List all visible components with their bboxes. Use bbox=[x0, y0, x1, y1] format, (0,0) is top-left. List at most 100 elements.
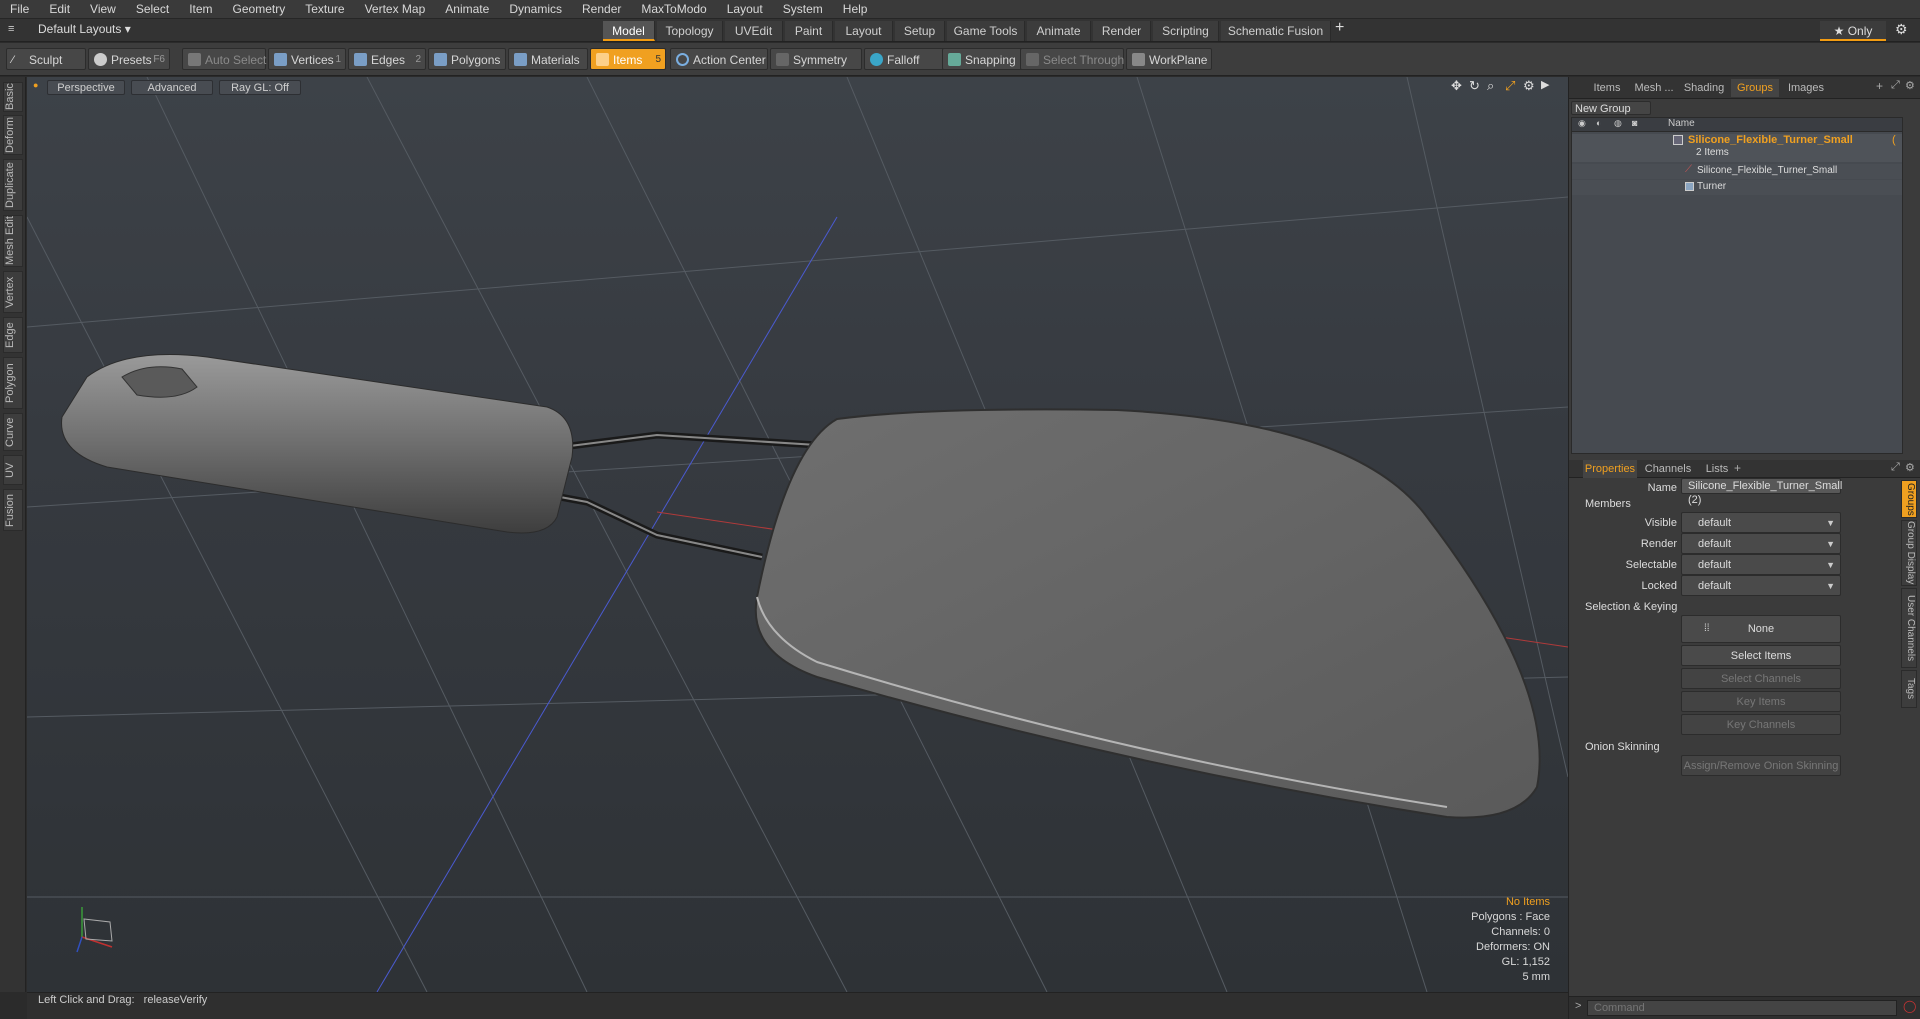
menu-item-render[interactable]: Render bbox=[572, 0, 631, 19]
tool-tab-deform[interactable]: Deform bbox=[3, 115, 23, 155]
layout-tab-scripting[interactable]: Scripting bbox=[1153, 21, 1219, 41]
edges-button[interactable]: Edges 2 bbox=[348, 48, 426, 70]
polygons-button[interactable]: Polygons bbox=[428, 48, 506, 70]
lock-icon[interactable]: ◍ bbox=[1614, 118, 1622, 129]
menu-item-view[interactable]: View bbox=[80, 0, 126, 19]
select-channels-button[interactable]: Select Channels bbox=[1681, 668, 1841, 689]
add-tab-icon[interactable]: + bbox=[1335, 19, 1344, 37]
layout-tab-schematic-fusion[interactable]: Schematic Fusion bbox=[1221, 21, 1331, 41]
workplane-button[interactable]: WorkPlane bbox=[1126, 48, 1212, 70]
tool-tab-duplicate[interactable]: Duplicate bbox=[3, 159, 23, 211]
panel-expand-icon[interactable]: ⤢ bbox=[1891, 79, 1900, 92]
side-tab-user-channels[interactable]: User Channels bbox=[1901, 588, 1917, 668]
shading-button[interactable]: Advanced bbox=[131, 80, 213, 95]
pan-icon[interactable]: ✥ bbox=[1451, 78, 1462, 94]
layout-tab-render[interactable]: Render bbox=[1093, 21, 1151, 41]
menu-item-file[interactable]: File bbox=[0, 0, 39, 19]
viewport-settings-icon[interactable]: ⚙ bbox=[1523, 78, 1535, 94]
tool-tab-uv[interactable]: UV bbox=[3, 455, 23, 485]
menu-item-edit[interactable]: Edit bbox=[39, 0, 80, 19]
side-tab-group-display[interactable]: Group Display bbox=[1901, 520, 1917, 586]
panel-tab-items[interactable]: Items bbox=[1585, 79, 1629, 97]
expand-arrow-icon[interactable]: ▶ bbox=[1541, 78, 1549, 91]
only-button[interactable]: ★ Only bbox=[1820, 21, 1886, 41]
snapping-button[interactable]: Snapping bbox=[942, 48, 1028, 70]
add-panel-tab-icon[interactable]: + bbox=[1876, 79, 1883, 93]
tree-item-turner[interactable]: Turner bbox=[1572, 180, 1902, 195]
properties-expand-icon[interactable]: ⤢ bbox=[1891, 461, 1900, 474]
menu-item-vertex-map[interactable]: Vertex Map bbox=[355, 0, 436, 19]
layout-tab-setup[interactable]: Setup bbox=[895, 21, 945, 41]
menu-item-item[interactable]: Item bbox=[179, 0, 222, 19]
selectable-dropdown[interactable]: default ▼ bbox=[1681, 554, 1841, 575]
rotate-icon[interactable]: ↻ bbox=[1469, 78, 1480, 94]
menu-item-animate[interactable]: Animate bbox=[435, 0, 499, 19]
viewport-options-icon[interactable]: ● bbox=[33, 80, 38, 90]
selection-keying-section[interactable]: Selection & Keying bbox=[1571, 599, 1901, 615]
falloff-button[interactable]: Falloff bbox=[864, 48, 944, 70]
panel-tab-mesh[interactable]: Mesh ... bbox=[1631, 79, 1677, 97]
tool-tab-basic[interactable]: Basic bbox=[3, 82, 23, 112]
layout-tab-game-tools[interactable]: Game Tools bbox=[947, 21, 1025, 41]
tool-tab-edge[interactable]: Edge bbox=[3, 317, 23, 353]
eye-icon[interactable]: ◉ bbox=[1578, 118, 1586, 129]
layout-tab-layout[interactable]: Layout bbox=[835, 21, 893, 41]
3d-viewport[interactable] bbox=[27, 77, 1568, 992]
layout-tab-model[interactable]: Model bbox=[603, 21, 655, 41]
locked-dropdown[interactable]: default ▼ bbox=[1681, 575, 1841, 596]
add-properties-tab-icon[interactable]: + bbox=[1734, 461, 1741, 475]
assign-onion-button[interactable]: Assign/Remove Onion Skinning bbox=[1681, 755, 1841, 776]
tool-tab-curve[interactable]: Curve bbox=[3, 413, 23, 451]
select-through-button[interactable]: Select Through bbox=[1020, 48, 1124, 70]
items-button[interactable]: Items 5 bbox=[590, 48, 666, 70]
layout-tab-animate[interactable]: Animate bbox=[1027, 21, 1091, 41]
action-center-button[interactable]: Action Center bbox=[670, 48, 768, 70]
select-items-button[interactable]: Select Items bbox=[1681, 645, 1841, 666]
tool-tab-mesh-edit[interactable]: Mesh Edit bbox=[3, 215, 23, 267]
panel-tab-images[interactable]: Images bbox=[1781, 79, 1831, 97]
layout-menu-icon[interactable]: ≡ bbox=[8, 23, 14, 35]
menu-item-help[interactable]: Help bbox=[833, 0, 878, 19]
panel-settings-icon[interactable]: ⚙ bbox=[1905, 79, 1915, 92]
tree-item-mesh[interactable]: ⟋ Silicone_Flexible_Turner_Small bbox=[1572, 164, 1902, 179]
gear-icon[interactable]: ⚙ bbox=[1895, 21, 1908, 38]
materials-button[interactable]: Materials bbox=[508, 48, 588, 70]
vertices-button[interactable]: Vertices 1 bbox=[268, 48, 346, 70]
group-row[interactable]: Silicone_Flexible_Turner_Small ( 2 Items bbox=[1572, 134, 1902, 162]
menu-item-texture[interactable]: Texture bbox=[295, 0, 354, 19]
panel-tab-groups[interactable]: Groups bbox=[1731, 79, 1779, 97]
side-tab-tags[interactable]: Tags bbox=[1901, 670, 1917, 708]
members-section[interactable]: Members bbox=[1571, 496, 1901, 512]
properties-tab-lists[interactable]: Lists bbox=[1697, 460, 1737, 478]
render-dropdown[interactable]: default ▼ bbox=[1681, 533, 1841, 554]
tool-tab-fusion[interactable]: Fusion bbox=[3, 489, 23, 531]
menu-item-layout[interactable]: Layout bbox=[717, 0, 773, 19]
menu-item-maxtomodo[interactable]: MaxToModo bbox=[631, 0, 716, 19]
command-input[interactable] bbox=[1587, 1000, 1897, 1016]
layout-tab-paint[interactable]: Paint bbox=[785, 21, 833, 41]
properties-settings-icon[interactable]: ⚙ bbox=[1905, 461, 1915, 474]
none-button[interactable]: ⁞⁞ None bbox=[1681, 615, 1841, 643]
layout-tab-topology[interactable]: Topology bbox=[657, 21, 723, 41]
tool-tab-polygon[interactable]: Polygon bbox=[3, 357, 23, 409]
layout-tab-uvedit[interactable]: UVEdit bbox=[725, 21, 783, 41]
presets-button[interactable]: Presets F6 bbox=[88, 48, 170, 70]
tool-tab-vertex[interactable]: Vertex bbox=[3, 271, 23, 313]
properties-tab-channels[interactable]: Channels bbox=[1641, 460, 1695, 478]
perspective-button[interactable]: Perspective bbox=[47, 80, 125, 95]
menu-item-geometry[interactable]: Geometry bbox=[223, 0, 296, 19]
turner-model[interactable] bbox=[61, 354, 1541, 819]
select-icon[interactable]: ◙ bbox=[1632, 118, 1637, 128]
panel-tab-shading[interactable]: Shading bbox=[1679, 79, 1729, 97]
zoom-icon[interactable]: ⌕ bbox=[1487, 78, 1494, 94]
key-channels-button[interactable]: Key Channels bbox=[1681, 714, 1841, 735]
visible-dropdown[interactable]: default ▼ bbox=[1681, 512, 1841, 533]
layout-selector[interactable]: Default Layouts ▾ bbox=[38, 22, 131, 36]
maximize-icon[interactable]: ⤢ bbox=[1505, 78, 1515, 94]
menu-item-dynamics[interactable]: Dynamics bbox=[499, 0, 572, 19]
menu-item-system[interactable]: System bbox=[773, 0, 833, 19]
symmetry-button[interactable]: Symmetry bbox=[770, 48, 862, 70]
menu-item-select[interactable]: Select bbox=[126, 0, 179, 19]
auto-select-button[interactable]: Auto Select bbox=[182, 48, 266, 70]
name-field[interactable]: Silicone_Flexible_Turner_Small (2) bbox=[1681, 478, 1842, 506]
